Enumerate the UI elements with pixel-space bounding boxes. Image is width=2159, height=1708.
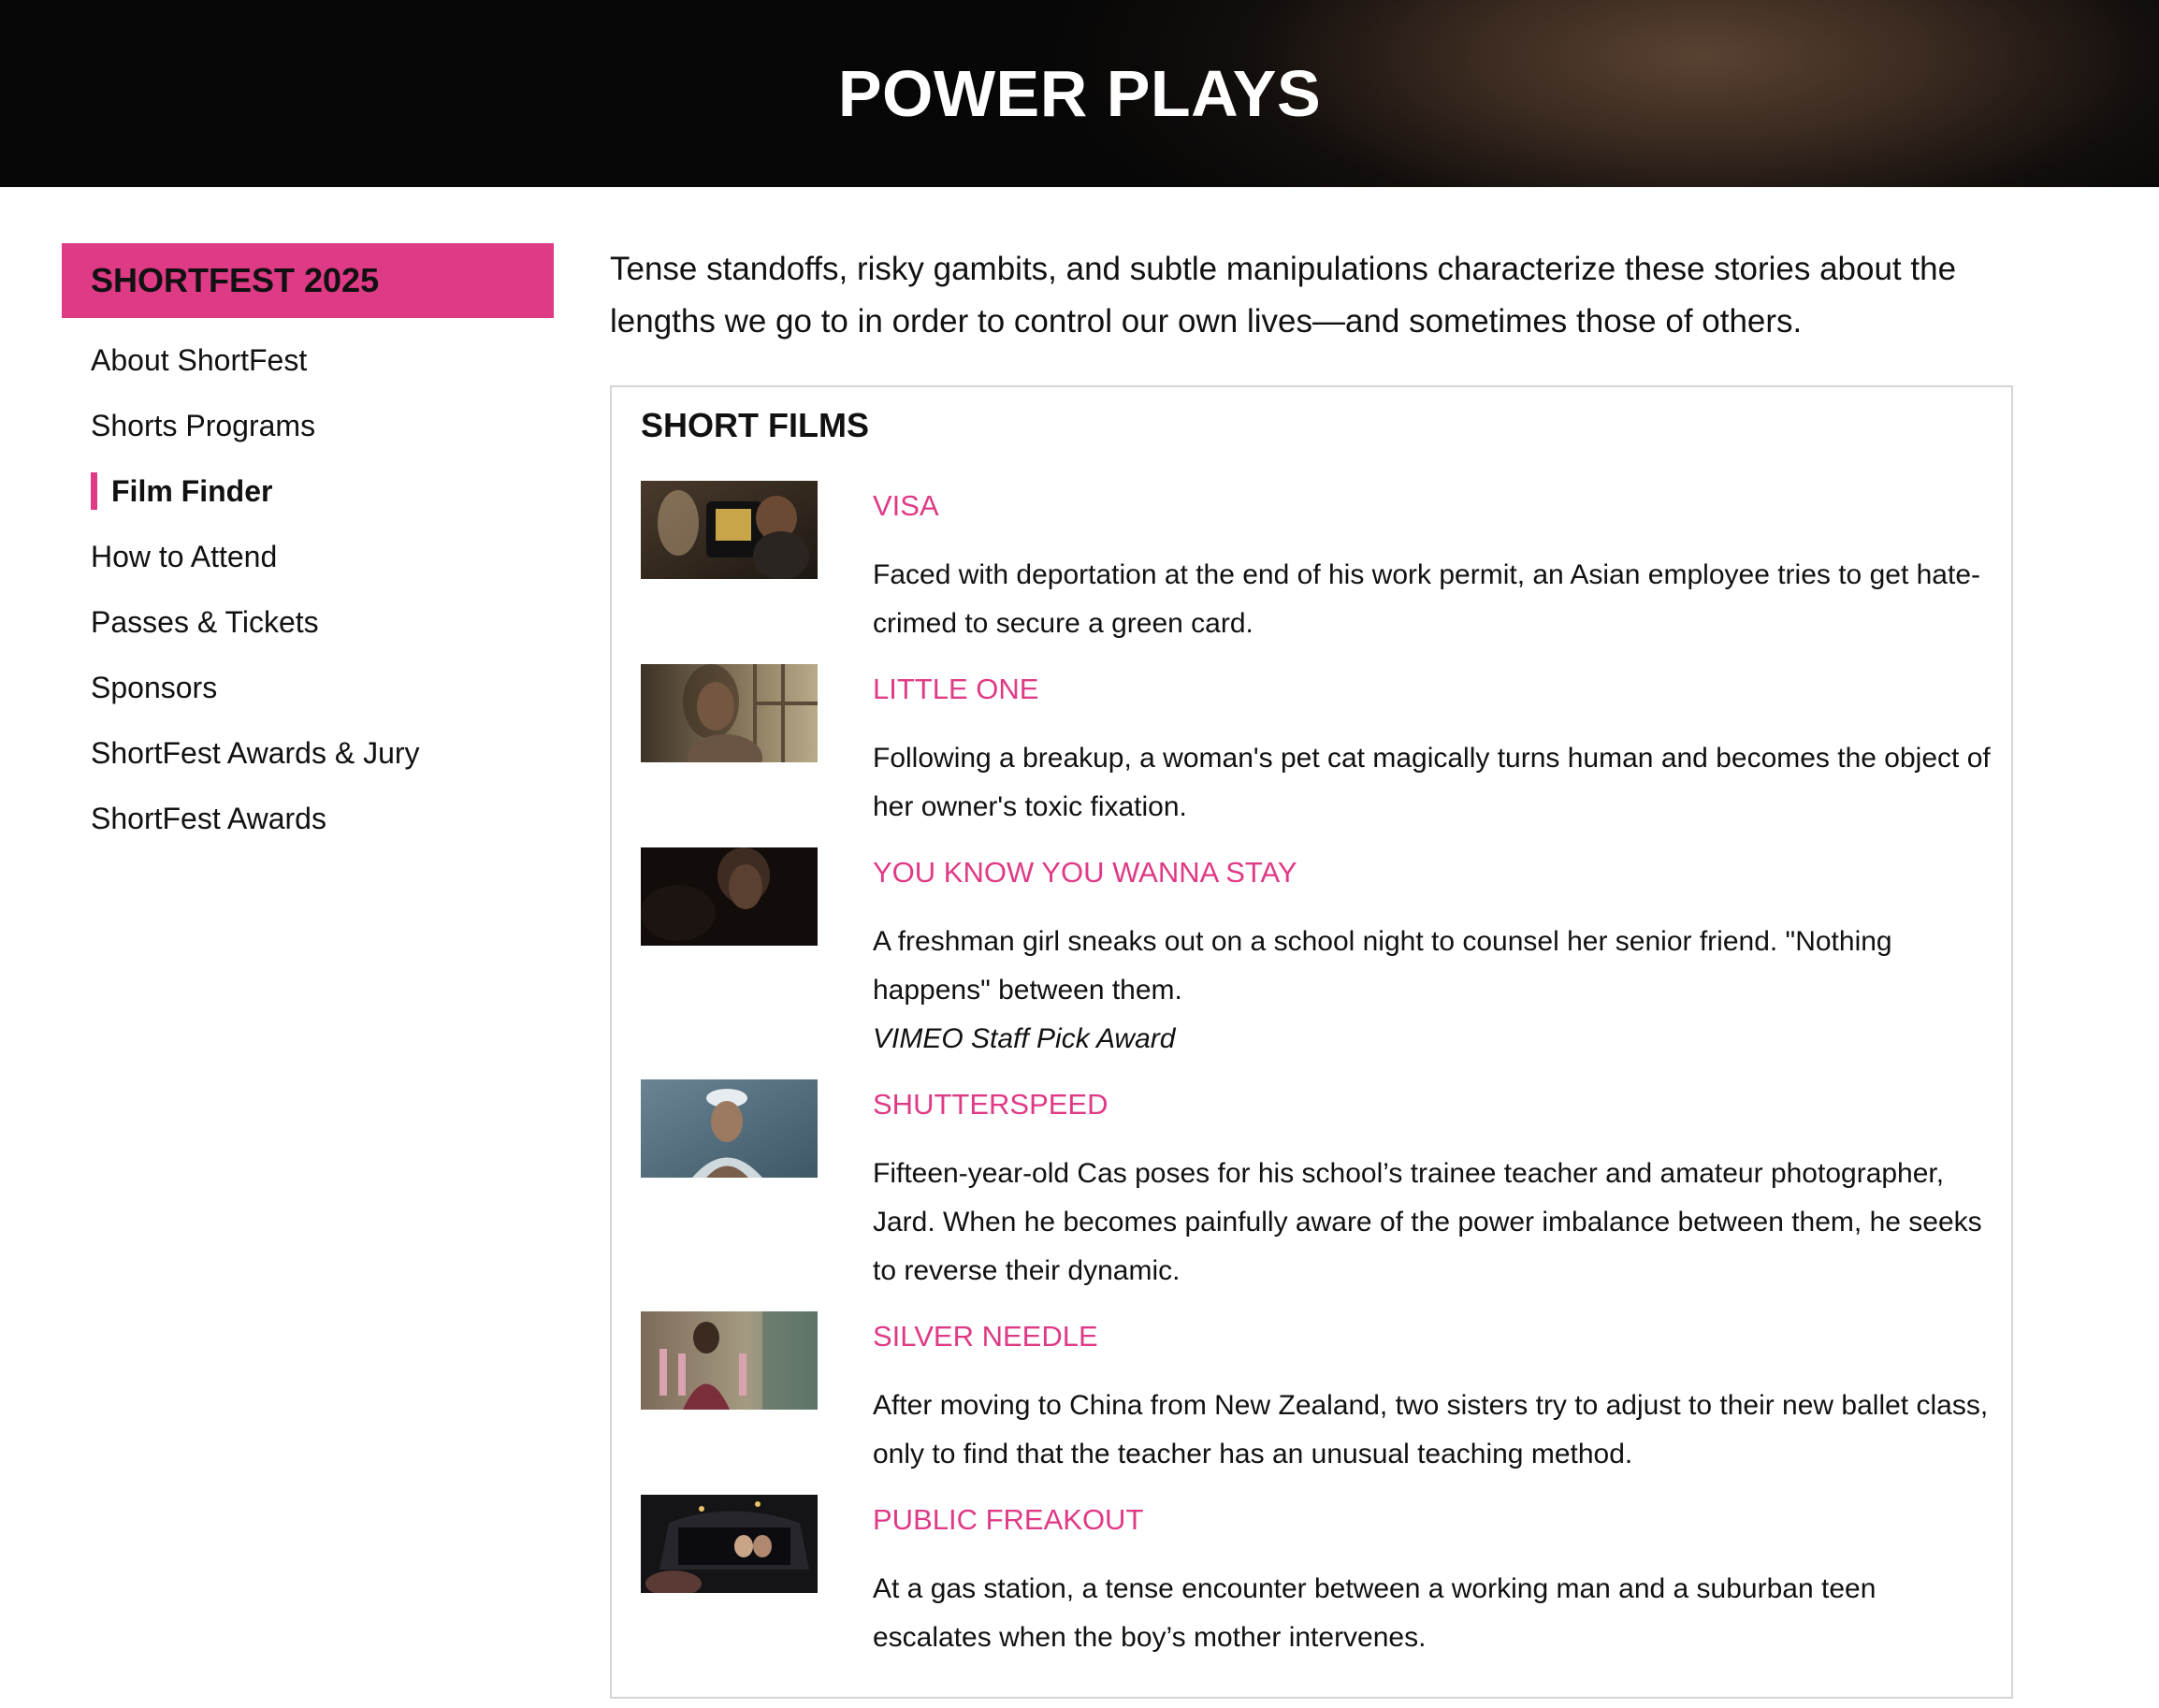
sidebar-item-label: About ShortFest [91, 342, 308, 377]
sidebar-item-label: How to Attend [91, 539, 278, 573]
film-title-link[interactable]: LITTLE ONE [873, 671, 1995, 719]
sidebar-item-label: Sponsors [91, 670, 218, 704]
film-thumbnail-little-one[interactable] [641, 664, 818, 762]
sidebar-item-awards-jury[interactable]: ShortFest Awards & Jury [62, 720, 554, 786]
film-description: At a gas station, a tense encounter betw… [873, 1573, 1876, 1653]
page-title: POWER PLAYS [837, 57, 1322, 130]
film-info: SILVER NEEDLE After moving to China from… [873, 1311, 1995, 1479]
sidebar-item-shorts-programs[interactable]: Shorts Programs [62, 393, 554, 458]
sidebar-item-awards[interactable]: ShortFest Awards [62, 786, 554, 851]
page-hero-banner: POWER PLAYS [0, 0, 2159, 187]
film-title-link[interactable]: YOU KNOW YOU WANNA STAY [873, 854, 1995, 903]
sidebar-item-about-shortfest[interactable]: About ShortFest [62, 327, 554, 393]
film-info: YOU KNOW YOU WANNA STAY A freshman girl … [873, 847, 1995, 1064]
sidebar-item-how-to-attend[interactable]: How to Attend [62, 524, 554, 589]
film-title-link[interactable]: PUBLIC FREAKOUT [873, 1501, 1995, 1550]
sidebar-item-label: Film Finder [111, 473, 273, 508]
active-indicator [91, 472, 97, 510]
sidebar-item-film-finder[interactable]: Film Finder [62, 458, 554, 524]
film-thumbnail-visa[interactable] [641, 481, 818, 579]
main-content: Tense standoffs, risky gambits, and subt… [610, 243, 2013, 348]
film-info: SHUTTERSPEED Fifteen-year-old Cas poses … [873, 1079, 1995, 1295]
short-films-panel: SHORT FILMS VISA Faced with deportation … [610, 385, 2013, 1699]
film-thumbnail-silver-needle[interactable] [641, 1311, 818, 1410]
film-description: Fifteen-year-old Cas poses for his schoo… [873, 1158, 1982, 1286]
film-description: After moving to China from New Zealand, … [873, 1390, 1989, 1469]
film-description: Faced with deportation at the end of his… [873, 559, 1980, 639]
sidebar-menu: About ShortFest Shorts Programs Film Fin… [62, 318, 554, 851]
film-thumbnail-you-know-you-wanna-stay[interactable] [641, 847, 818, 946]
sidebar-item-label: Shorts Programs [91, 408, 316, 442]
film-title-link[interactable]: SHUTTERSPEED [873, 1086, 1995, 1135]
section-title: SHORT FILMS [641, 406, 869, 444]
sidebar-heading[interactable]: SHORTFEST 2025 [62, 243, 554, 318]
film-info: PUBLIC FREAKOUT At a gas station, a tens… [873, 1495, 1995, 1662]
sidebar-item-sponsors[interactable]: Sponsors [62, 655, 554, 720]
sidebar-item-label: ShortFest Awards & Jury [91, 735, 420, 770]
film-info: LITTLE ONE Following a breakup, a woman'… [873, 664, 1995, 832]
film-award: VIMEO Staff Pick Award [873, 1023, 1176, 1054]
film-thumbnail-shutterspeed[interactable] [641, 1079, 818, 1178]
film-info: VISA Faced with deportation at the end o… [873, 481, 1995, 648]
sidebar-nav: SHORTFEST 2025 About ShortFest Shorts Pr… [62, 243, 554, 851]
sidebar-item-passes-tickets[interactable]: Passes & Tickets [62, 589, 554, 655]
film-description: A freshman girl sneaks out on a school n… [873, 926, 1892, 1006]
film-title-link[interactable]: SILVER NEEDLE [873, 1318, 1995, 1367]
film-thumbnail-public-freakout[interactable] [641, 1495, 818, 1593]
film-title-link[interactable]: VISA [873, 487, 1995, 536]
sidebar-item-label: Passes & Tickets [91, 604, 319, 639]
film-description: Following a breakup, a woman's pet cat m… [873, 743, 1991, 822]
program-intro: Tense standoffs, risky gambits, and subt… [610, 251, 1957, 340]
sidebar-item-label: ShortFest Awards [91, 801, 326, 835]
